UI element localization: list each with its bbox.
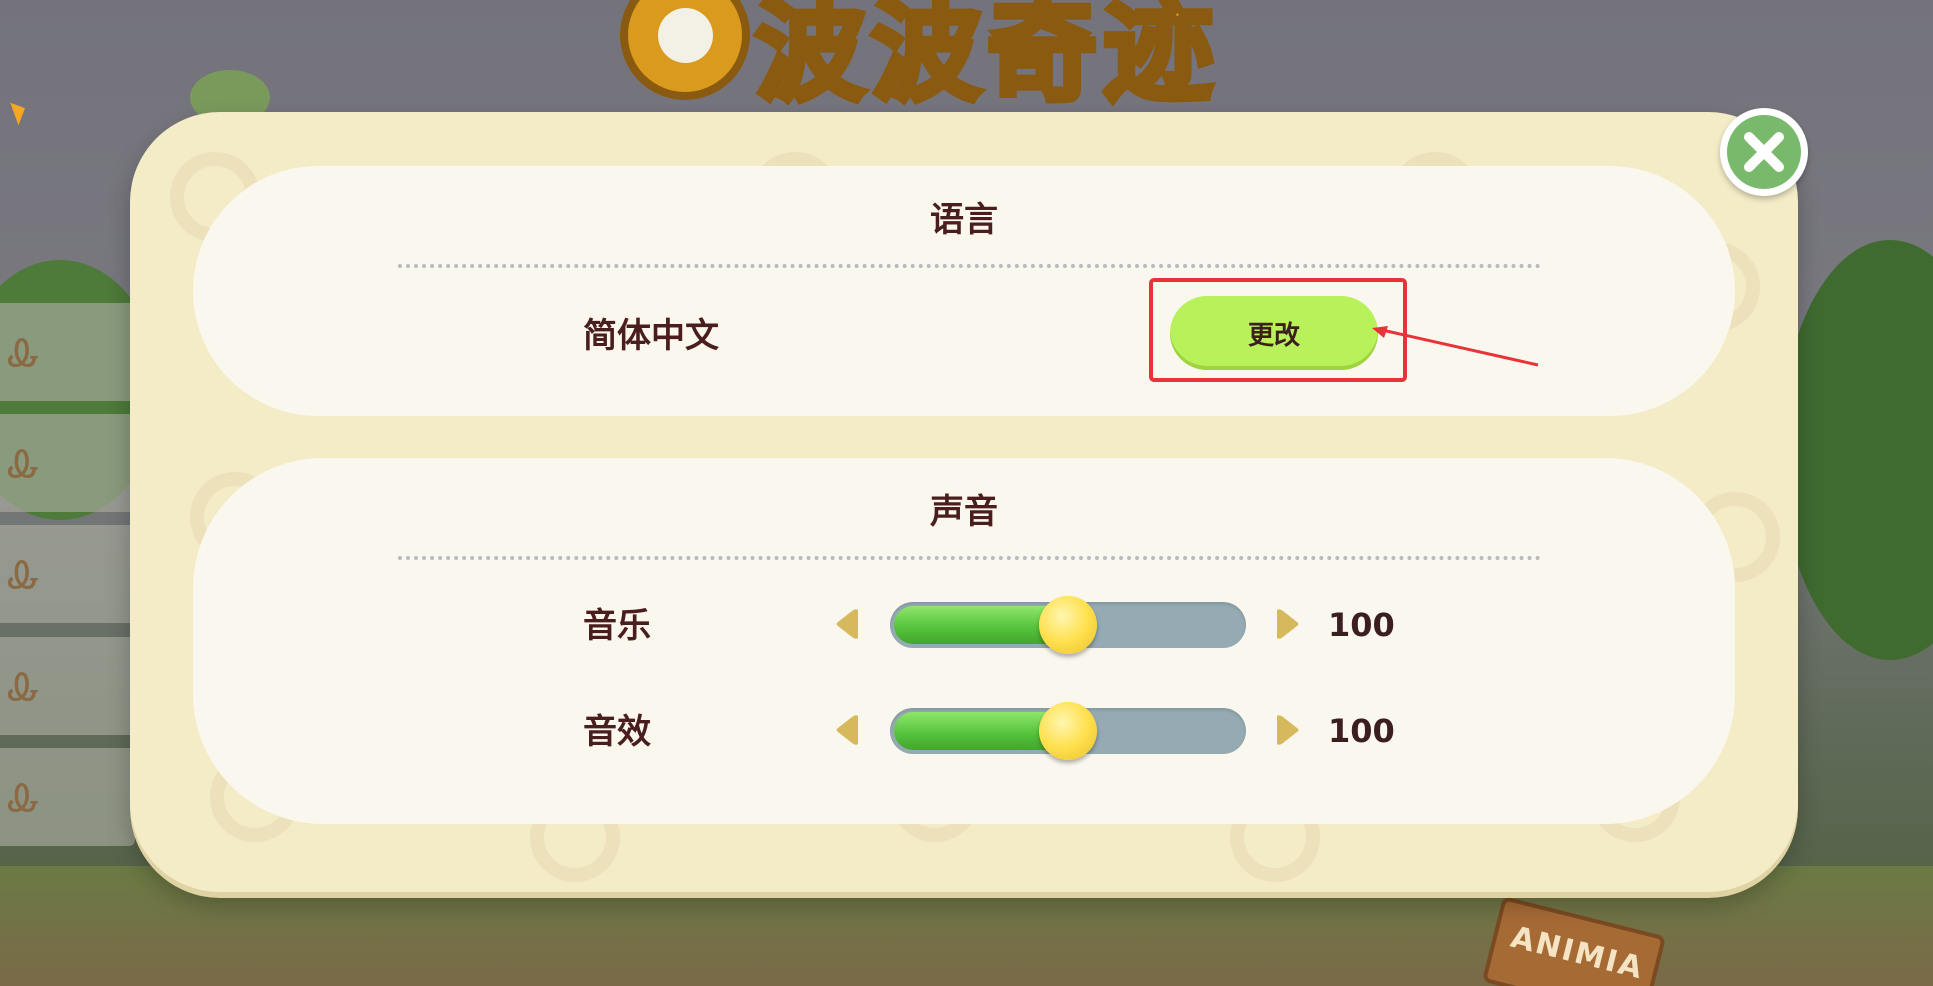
sfx-slider-knob[interactable] [1039, 702, 1097, 760]
side-tab-3[interactable]: Ꮂ [0, 525, 135, 623]
sfx-label: 音效 [583, 712, 651, 752]
rabbit-icon: Ꮂ [8, 665, 40, 709]
logo-eye-icon [620, 0, 750, 100]
side-tab-1[interactable]: Ꮂ [0, 303, 135, 401]
music-slider[interactable] [890, 596, 1246, 654]
right-arrow-icon [1277, 609, 1299, 639]
left-arrow-icon [836, 609, 858, 639]
rabbit-icon: Ꮂ [8, 553, 40, 597]
right-arrow-icon [1277, 715, 1299, 745]
sfx-value: 100 [1328, 712, 1395, 750]
music-increase-button[interactable] [1275, 608, 1301, 640]
divider [398, 264, 1541, 268]
game-logo: 波波奇迹 [620, 0, 1360, 119]
sound-title: 声音 [930, 492, 998, 532]
sfx-increase-button[interactable] [1275, 714, 1301, 746]
side-tab-4[interactable]: Ꮂ [0, 637, 135, 735]
sfx-slider[interactable] [890, 702, 1246, 760]
rabbit-icon: Ꮂ [8, 442, 40, 486]
music-decrease-button[interactable] [834, 608, 860, 640]
side-tab-2[interactable]: Ꮂ [0, 414, 135, 512]
language-panel: 语言 简体中文 [193, 166, 1735, 416]
language-title: 语言 [930, 200, 998, 240]
close-icon [1744, 132, 1784, 172]
rabbit-icon: Ꮂ [8, 331, 40, 375]
music-slider-knob[interactable] [1039, 596, 1097, 654]
pointer-arrow-icon [1372, 326, 1539, 367]
left-arrow-icon [836, 715, 858, 745]
logo-text: 波波奇迹 [752, 0, 1219, 119]
divider [398, 556, 1541, 560]
music-value: 100 [1328, 606, 1395, 644]
sign-text: ANIMIA [1507, 919, 1648, 986]
current-language: 简体中文 [583, 316, 719, 356]
music-label: 音乐 [583, 606, 651, 646]
close-button[interactable] [1720, 108, 1808, 196]
change-language-button[interactable]: 更改 [1170, 296, 1378, 370]
sfx-decrease-button[interactable] [834, 714, 860, 746]
rabbit-icon: Ꮂ [8, 776, 40, 820]
side-tab-5[interactable]: Ꮂ [0, 748, 135, 846]
